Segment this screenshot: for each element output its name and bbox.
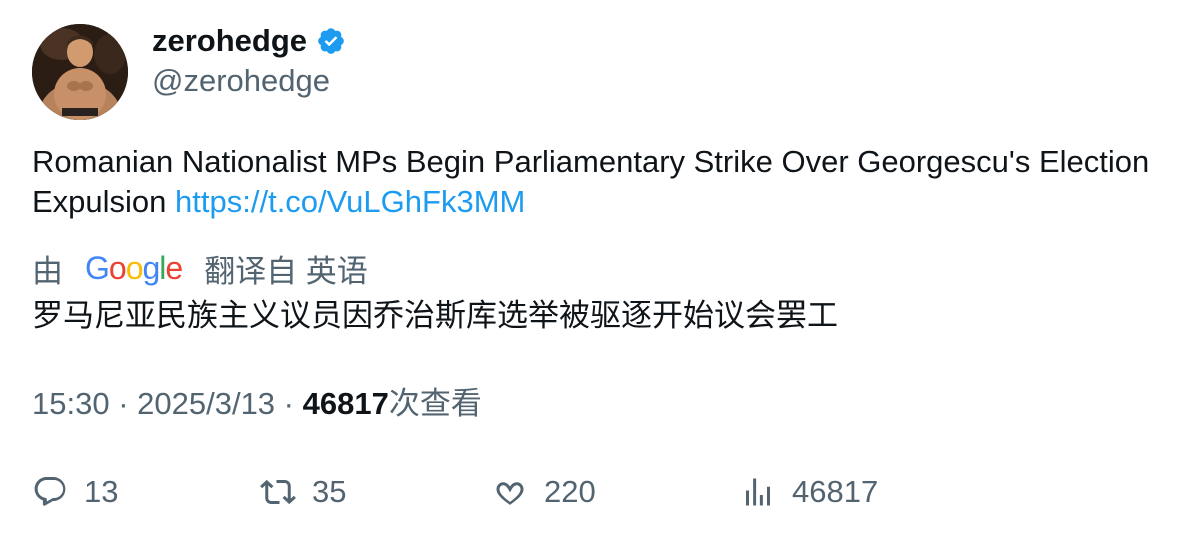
tweet-text: Romanian Nationalist MPs Begin Parliamen… bbox=[32, 142, 1162, 222]
meta-separator: · bbox=[109, 386, 138, 421]
tweet-link[interactable]: https://t.co/VuLGhFk3MM bbox=[175, 184, 525, 219]
tweet-date[interactable]: 2025/3/13 bbox=[137, 386, 275, 421]
avatar[interactable] bbox=[32, 24, 128, 120]
translation-attribution: 由 Google 翻译自 英语 bbox=[32, 248, 368, 289]
translation-by-label: 由 bbox=[32, 253, 63, 289]
author-display-name[interactable]: zerohedge bbox=[152, 22, 346, 60]
retweet-button[interactable]: 35 bbox=[260, 470, 346, 514]
retweet-icon bbox=[260, 479, 296, 505]
like-button[interactable]: 220 bbox=[492, 470, 596, 514]
verified-badge-icon bbox=[318, 28, 344, 54]
author-handle[interactable]: @zerohedge bbox=[152, 62, 330, 100]
translated-text: 罗马尼亚民族主义议员因乔治斯库选举被驱逐开始议会罢工 bbox=[32, 298, 838, 333]
like-count: 220 bbox=[544, 474, 596, 509]
tweet-time[interactable]: 15:30 bbox=[32, 386, 110, 421]
retweet-count: 35 bbox=[312, 474, 347, 509]
reply-count: 13 bbox=[84, 474, 119, 509]
views-action-count: 46817 bbox=[792, 474, 879, 509]
google-logo: Google bbox=[85, 249, 183, 286]
views-label: 次查看 bbox=[388, 386, 482, 421]
action-bar: 13 35 220 46817 bbox=[32, 470, 1162, 514]
meta-separator: · bbox=[275, 386, 303, 421]
views-count: 46817 bbox=[302, 386, 389, 421]
avatar-image bbox=[32, 24, 128, 120]
heart-icon bbox=[496, 482, 524, 505]
reply-icon bbox=[34, 477, 66, 506]
display-name-text: zerohedge bbox=[152, 23, 308, 58]
analytics-icon bbox=[746, 478, 770, 506]
translation-from-label: 翻译自 英语 bbox=[204, 253, 368, 289]
reply-button[interactable]: 13 bbox=[32, 470, 118, 514]
views-button[interactable]: 46817 bbox=[740, 470, 878, 514]
tweet-meta: 15:30 · 2025/3/13 · 46817次查看 bbox=[32, 384, 482, 424]
